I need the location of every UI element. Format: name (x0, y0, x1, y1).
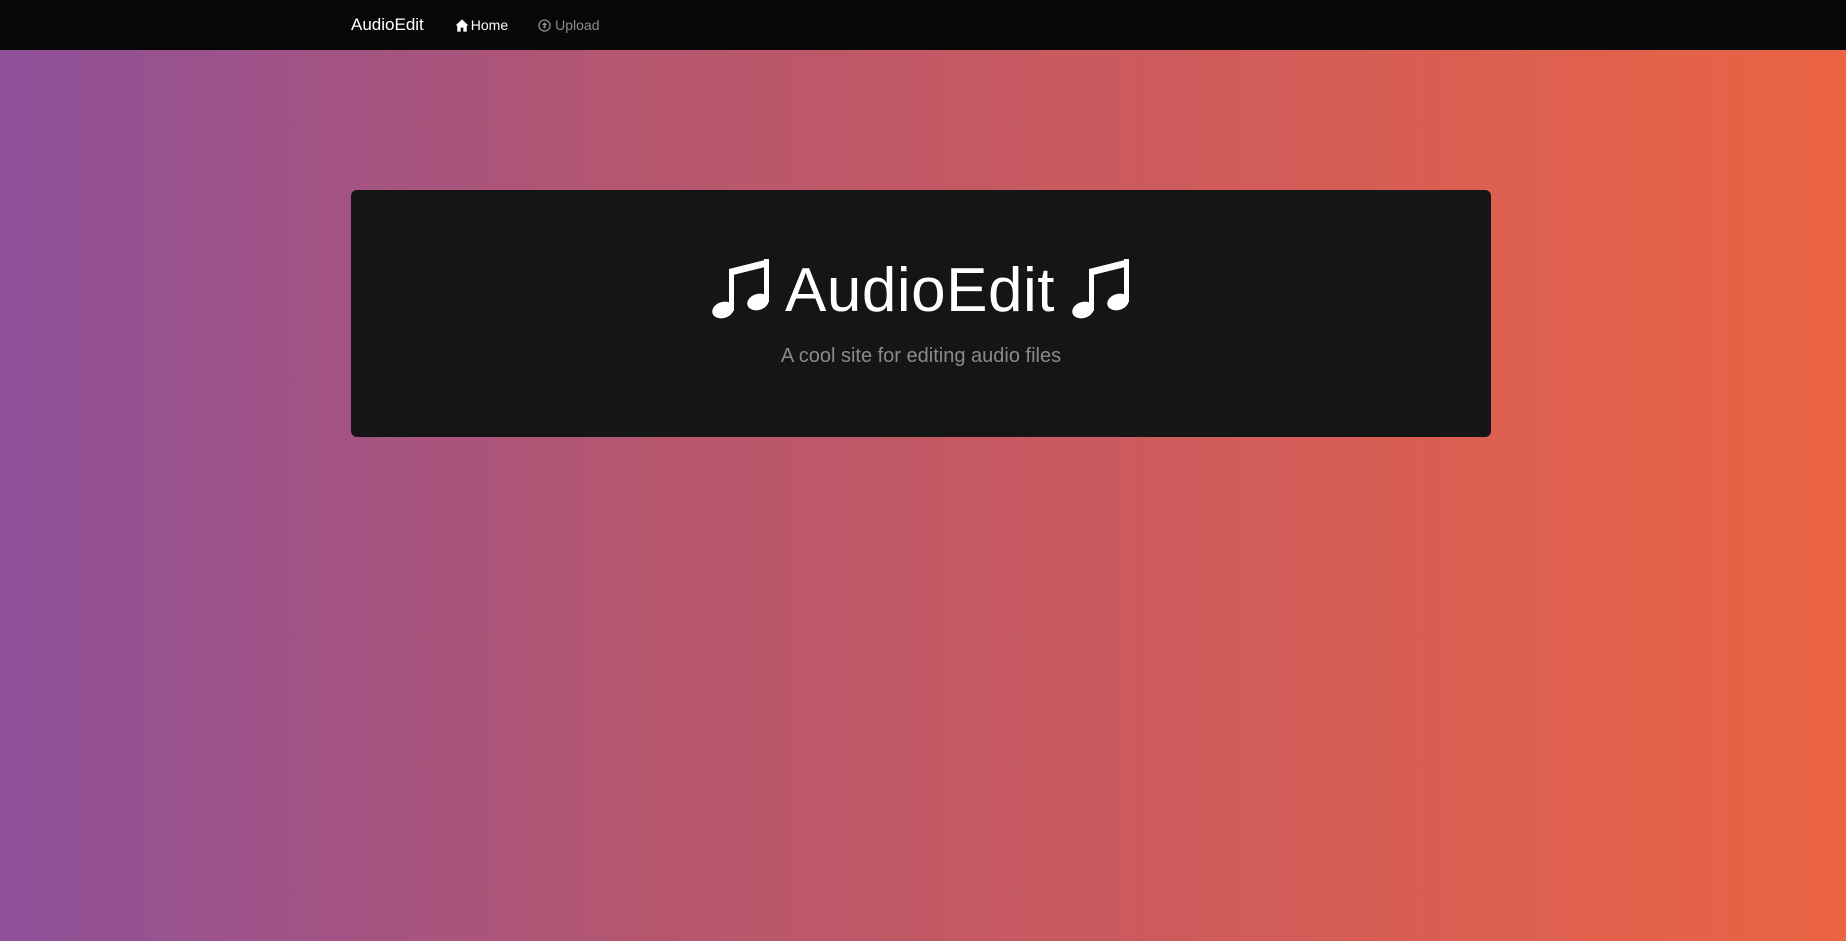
nav-link-home-label: Home (470, 17, 509, 33)
hero-title-row: AudioEdit (351, 252, 1491, 322)
nav-link-upload[interactable]: Upload (538, 17, 600, 33)
hero-subtitle: A cool site for editing audio files (780, 345, 1062, 367)
top-navbar: AudioEdit Home Upload (0, 0, 1846, 50)
upload-circle-icon (538, 18, 551, 32)
nav-link-home[interactable]: Home (455, 17, 508, 33)
hero-title: AudioEdit (785, 256, 1055, 325)
music-note-icon (1071, 255, 1131, 319)
navbar-content: AudioEdit Home Upload (351, 0, 630, 50)
music-note-icon (711, 255, 771, 319)
hero-card: AudioEdit A cool site for editing audio … (351, 190, 1491, 437)
navbar-brand[interactable]: AudioEdit (351, 15, 424, 35)
nav-link-upload-label: Upload (555, 17, 600, 33)
home-icon (455, 18, 469, 32)
